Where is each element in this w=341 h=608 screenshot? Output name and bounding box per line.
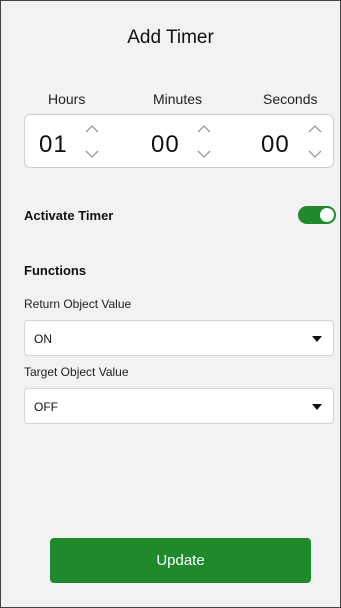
minutes-decrement-icon[interactable] [197, 149, 211, 159]
minutes-increment-icon[interactable] [197, 124, 211, 134]
seconds-label: Seconds [263, 91, 318, 107]
hours-increment-icon[interactable] [85, 124, 99, 134]
seconds-increment-icon[interactable] [308, 124, 322, 134]
seconds-value[interactable]: 00 [261, 131, 290, 159]
hours-label: Hours [48, 91, 86, 107]
minutes-value[interactable]: 00 [151, 131, 180, 159]
target-object-label: Target Object Value [24, 365, 129, 379]
toggle-knob [320, 208, 334, 222]
caret-down-icon [312, 404, 322, 410]
dialog-frame: Add Timer Hours Minutes Seconds 01 00 00… [0, 0, 341, 608]
return-object-select[interactable]: ON [24, 320, 334, 356]
time-picker: 01 00 00 [24, 114, 334, 168]
page-title: Add Timer [127, 27, 214, 48]
minutes-label: Minutes [153, 91, 203, 107]
functions-title: Functions [24, 263, 87, 278]
return-object-value: ON [34, 332, 52, 346]
hours-decrement-icon[interactable] [85, 149, 99, 159]
activate-timer-label: Activate Timer [24, 208, 114, 223]
seconds-decrement-icon[interactable] [308, 149, 322, 159]
hours-value[interactable]: 01 [39, 131, 68, 159]
caret-down-icon [312, 336, 322, 342]
update-button[interactable]: Update [50, 538, 311, 583]
target-object-select[interactable]: OFF [24, 388, 334, 424]
target-object-value: OFF [34, 400, 58, 414]
return-object-label: Return Object Value [24, 297, 132, 311]
activate-timer-toggle[interactable] [298, 206, 336, 224]
